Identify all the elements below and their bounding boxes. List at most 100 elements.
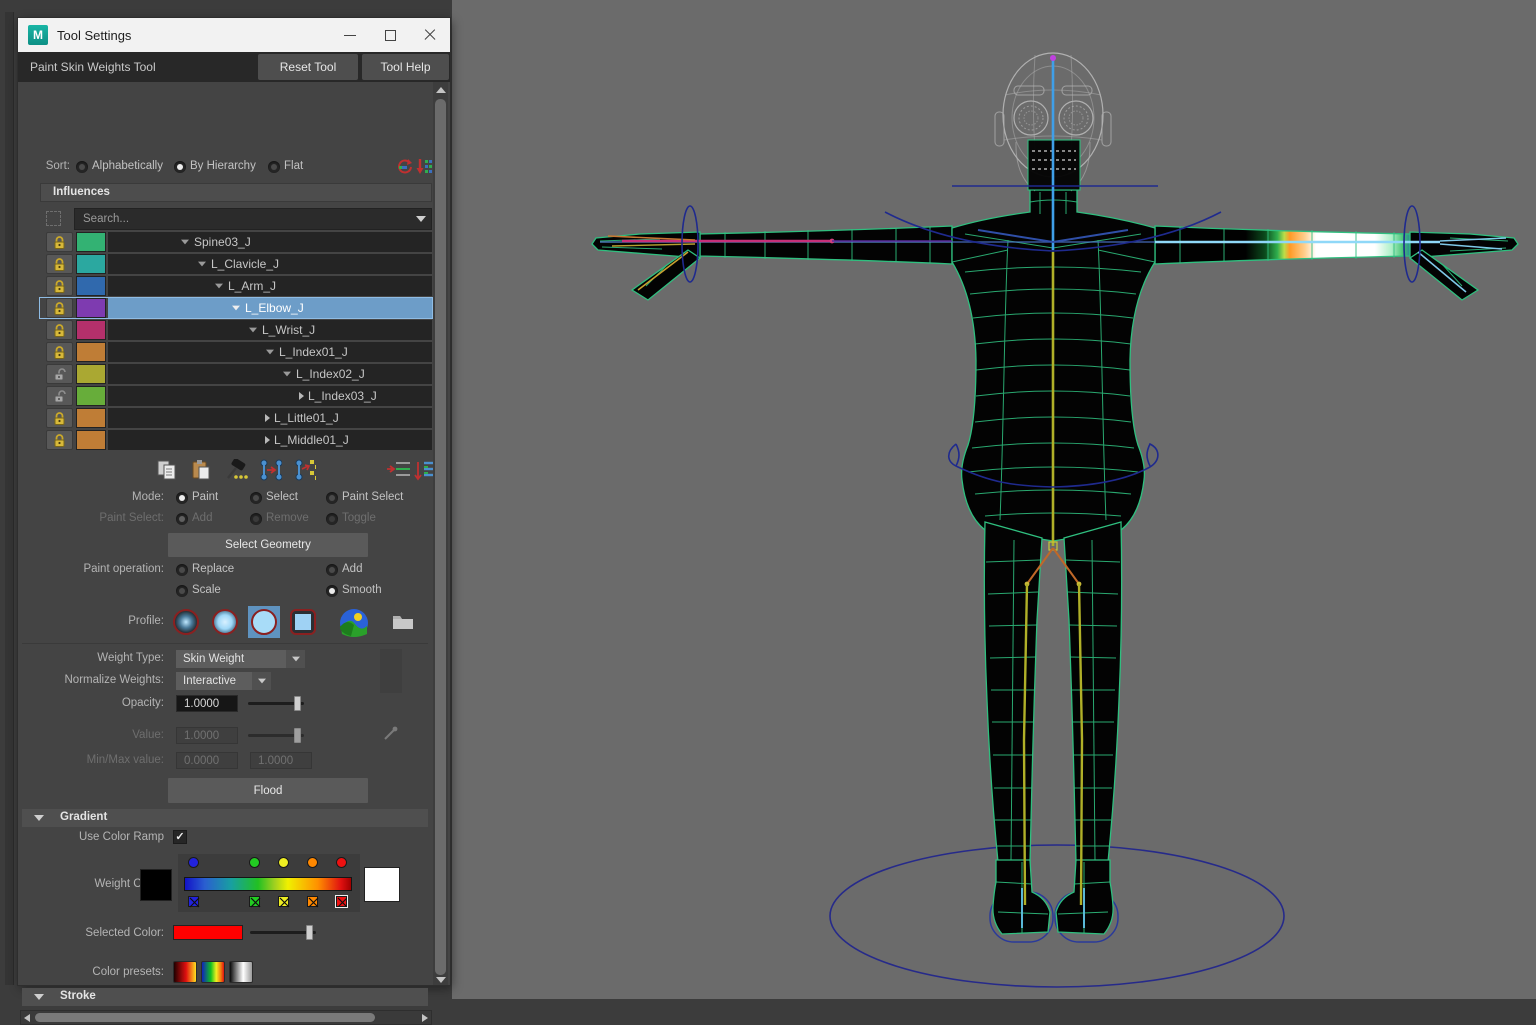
operation-smooth-radio[interactable]: [326, 585, 338, 597]
influence-color-swatch[interactable]: [76, 386, 106, 406]
horizontal-scroll-thumb[interactable]: [35, 1013, 375, 1022]
brush-image-stamp[interactable]: [339, 608, 369, 638]
opacity-slider[interactable]: [248, 696, 304, 711]
expand-open-icon[interactable]: [198, 262, 206, 267]
close-button[interactable]: [410, 18, 450, 52]
influence-row-Spine03_J[interactable]: Spine03_J: [40, 232, 432, 252]
influence-row-L_Wrist_J[interactable]: L_Wrist_J: [40, 320, 432, 340]
flood-button[interactable]: Flood: [168, 778, 368, 803]
paste-weights-icon[interactable]: [190, 459, 214, 481]
refresh-influences-icon[interactable]: [396, 158, 414, 176]
operation-replace-radio[interactable]: [176, 564, 188, 576]
influence-row-L_Arm_J[interactable]: L_Arm_J: [40, 276, 432, 296]
ramp-stop-position-handle[interactable]: [336, 857, 347, 868]
influence-name[interactable]: Spine03_J: [108, 232, 432, 252]
influence-name[interactable]: L_Index01_J: [108, 342, 432, 362]
scroll-up-icon[interactable]: [436, 87, 446, 93]
ramp-stop-color-handle[interactable]: [336, 896, 347, 907]
move-influence-weights-icon[interactable]: [258, 459, 282, 481]
influence-color-swatch[interactable]: [76, 342, 106, 362]
influence-name[interactable]: L_Wrist_J: [108, 320, 432, 340]
influence-color-swatch[interactable]: [76, 430, 106, 450]
ramp-stop-color-handle[interactable]: [278, 896, 289, 907]
operation-scale-option[interactable]: Scale: [192, 584, 221, 596]
operation-add-option[interactable]: Add: [342, 563, 362, 575]
sort-influences-icon[interactable]: [416, 157, 432, 176]
scroll-right-icon[interactable]: [422, 1014, 428, 1022]
influence-row-L_Little01_J[interactable]: L_Little01_J: [40, 408, 432, 428]
operation-replace-option[interactable]: Replace: [192, 563, 234, 575]
influence-lock-button[interactable]: [46, 254, 73, 274]
ramp-stop-color-handle[interactable]: [249, 896, 260, 907]
ramp-stop-position-handle[interactable]: [249, 857, 260, 868]
influence-color-swatch[interactable]: [76, 298, 106, 318]
expand-closed-icon[interactable]: [265, 414, 270, 422]
expand-open-icon[interactable]: [215, 284, 223, 289]
influence-row-L_Elbow_J[interactable]: L_Elbow_J: [40, 298, 432, 318]
weight-color-low-swatch[interactable]: [140, 869, 172, 901]
influence-name[interactable]: L_Clavicle_J: [108, 254, 432, 274]
influence-row-L_Middle01_J[interactable]: L_Middle01_J: [40, 430, 432, 450]
selected-color-slider[interactable]: [250, 925, 316, 940]
sort-by-hierarchy-option[interactable]: By Hierarchy: [190, 160, 256, 172]
brush-soft-gaussian[interactable]: [170, 606, 202, 638]
influence-lock-button[interactable]: [46, 430, 73, 450]
color-ramp-widget[interactable]: [178, 854, 360, 912]
influence-lock-button[interactable]: [46, 320, 73, 340]
ramp-stop-color-handle[interactable]: [307, 896, 318, 907]
influence-name[interactable]: L_Index02_J: [108, 364, 432, 384]
sort-flat-radio[interactable]: [268, 161, 280, 173]
brush-solid-selected[interactable]: [248, 606, 280, 638]
influence-lock-button[interactable]: [46, 364, 73, 384]
ramp-stop-position-handle[interactable]: [278, 857, 289, 868]
brush-soft[interactable]: [209, 606, 241, 638]
weight-color-high-swatch[interactable]: [364, 867, 400, 902]
swap-influence-weights-icon[interactable]: [292, 459, 316, 481]
mode-paint-select-radio[interactable]: [326, 492, 338, 504]
influence-color-swatch[interactable]: [76, 254, 106, 274]
influence-color-swatch[interactable]: [76, 408, 106, 428]
influence-name[interactable]: L_Middle01_J: [108, 430, 432, 450]
influence-lock-button[interactable]: [46, 232, 73, 252]
influence-row-L_Index03_J[interactable]: L_Index03_J: [40, 386, 432, 406]
normalize-weights-dropdown-arrow[interactable]: [252, 672, 271, 690]
mode-paint-option[interactable]: Paint: [192, 491, 218, 503]
influence-color-swatch[interactable]: [76, 276, 106, 296]
minimize-button[interactable]: [330, 18, 370, 52]
use-color-ramp-checkbox[interactable]: ✓: [173, 830, 187, 844]
operation-smooth-option[interactable]: Smooth: [342, 584, 382, 596]
horizontal-scrollbar[interactable]: [20, 1010, 432, 1025]
sort-alphabetically-option[interactable]: Alphabetically: [92, 160, 163, 172]
brush-square[interactable]: [287, 606, 319, 638]
stroke-section-header[interactable]: Stroke: [22, 988, 428, 1006]
opacity-field[interactable]: 1.0000: [176, 695, 238, 712]
influence-name[interactable]: L_Little01_J: [108, 408, 432, 428]
mode-paint-select-option[interactable]: Paint Select: [342, 491, 403, 503]
influence-lock-button[interactable]: [46, 342, 73, 362]
browse-folder-icon[interactable]: [392, 612, 414, 630]
influence-color-swatch[interactable]: [76, 320, 106, 340]
tool-help-button[interactable]: Tool Help: [362, 54, 449, 80]
influence-lock-button[interactable]: [46, 386, 73, 406]
expand-open-icon[interactable]: [181, 240, 189, 245]
mode-select-option[interactable]: Select: [266, 491, 298, 503]
influence-lock-button[interactable]: [46, 276, 73, 296]
copy-weights-icon[interactable]: [156, 459, 180, 481]
sort-flat-option[interactable]: Flat: [284, 160, 303, 172]
vertical-scrollbar[interactable]: [433, 82, 448, 985]
influence-row-L_Index01_J[interactable]: L_Index01_J: [40, 342, 432, 362]
scroll-left-icon[interactable]: [24, 1014, 30, 1022]
influence-lock-button[interactable]: [46, 298, 73, 318]
ramp-stop-color-handle[interactable]: [188, 896, 199, 907]
expand-open-icon[interactable]: [283, 372, 291, 377]
reset-tool-button[interactable]: Reset Tool: [258, 54, 358, 80]
weight-hammer-icon[interactable]: [224, 459, 248, 481]
preset-heat-gradient[interactable]: [173, 961, 197, 983]
selected-color-swatch[interactable]: [173, 925, 243, 940]
3d-viewport[interactable]: [452, 0, 1536, 999]
influence-name[interactable]: L_Arm_J: [108, 276, 432, 296]
sort-alphabetically-radio[interactable]: [76, 161, 88, 173]
weight-type-dropdown[interactable]: Skin Weight: [176, 650, 286, 668]
influence-lock-button[interactable]: [46, 408, 73, 428]
expand-open-icon[interactable]: [249, 328, 257, 333]
